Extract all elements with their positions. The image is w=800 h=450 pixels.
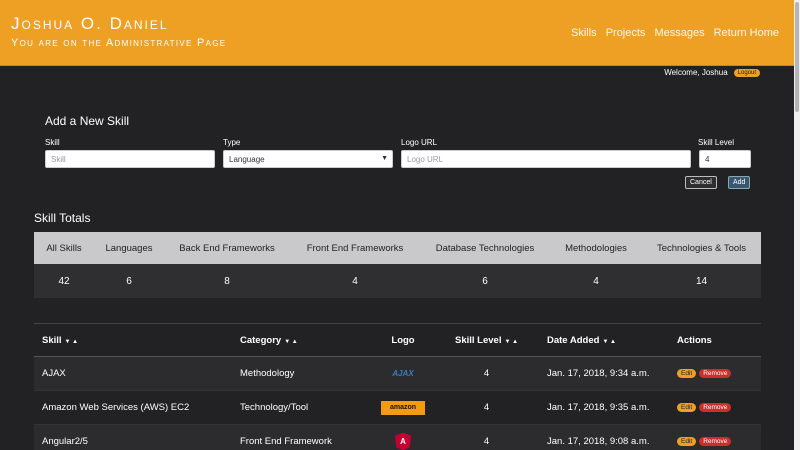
totals-header: Methodologies bbox=[565, 242, 627, 254]
totals-header: Languages bbox=[105, 242, 153, 254]
column-logo: Logo bbox=[391, 334, 415, 346]
totals-header: Back End Frameworks bbox=[179, 242, 275, 254]
column-skill[interactable]: Skill ▼ ▲ bbox=[34, 335, 232, 346]
logo-url-label: Logo URL bbox=[401, 138, 438, 147]
skill-level-label: Skill Level bbox=[698, 138, 735, 147]
sort-icon[interactable]: ▼ ▲ bbox=[504, 339, 518, 345]
skill-level-input[interactable]: 4 bbox=[699, 150, 751, 168]
edit-button[interactable]: Edit bbox=[677, 369, 697, 378]
totals-header: Technologies & Tools bbox=[656, 242, 747, 254]
totals-value: 8 bbox=[224, 275, 230, 287]
totals-value: 6 bbox=[482, 275, 488, 287]
column-category-label: Category bbox=[240, 334, 282, 346]
totals-value-row: 42 6 8 4 6 4 14 bbox=[34, 264, 761, 298]
logo-url-input[interactable]: Logo URL bbox=[401, 150, 691, 168]
chevron-down-icon: ▼ bbox=[381, 155, 388, 162]
row-actions: Edit Remove bbox=[669, 437, 761, 446]
column-date[interactable]: Date Added ▼ ▲ bbox=[539, 335, 669, 346]
row-skill: Angular2/5 bbox=[42, 436, 88, 447]
remove-button[interactable]: Remove bbox=[699, 437, 732, 446]
skills-table: Skill ▼ ▲ Category ▼ ▲ Logo Skill Level ▼ ▲… bbox=[34, 323, 761, 450]
column-actions: Actions bbox=[677, 334, 712, 346]
nav-messages[interactable]: Messages bbox=[654, 27, 704, 39]
column-skill-label: Skill bbox=[42, 334, 62, 346]
row-logo: amazon bbox=[372, 400, 434, 415]
row-date: Jan. 17, 2018, 9:35 a.m. bbox=[547, 402, 650, 413]
skill-label: Skill bbox=[45, 138, 60, 147]
page-scrollbar[interactable] bbox=[794, 0, 800, 450]
totals-value: 42 bbox=[58, 275, 70, 287]
add-skill-title: Add a New Skill bbox=[45, 114, 130, 128]
scrollbar-thumb[interactable] bbox=[795, 2, 799, 112]
skill-totals-title: Skill Totals bbox=[34, 211, 91, 225]
column-category[interactable]: Category ▼ ▲ bbox=[232, 335, 372, 346]
row-actions: Edit Remove bbox=[669, 369, 761, 378]
site-header: Joshua O. Daniel You are on the Administ… bbox=[0, 0, 800, 66]
sort-icon[interactable]: ▼ ▲ bbox=[602, 339, 616, 345]
totals-value: 4 bbox=[352, 275, 358, 287]
row-skill: Amazon Web Services (AWS) EC2 bbox=[42, 402, 190, 413]
row-date: Jan. 17, 2018, 9:34 a.m. bbox=[547, 368, 650, 379]
row-logo: AJAX bbox=[372, 364, 434, 384]
totals-header-row: All Skills Languages Back End Frameworks… bbox=[34, 232, 761, 264]
totals-value: 6 bbox=[126, 275, 132, 287]
row-category: Methodology bbox=[240, 368, 295, 379]
column-level-label: Skill Level bbox=[454, 334, 502, 346]
totals-header: Front End Frameworks bbox=[306, 242, 404, 254]
table-row: Angular2/5 Front End Framework A 4 Jan. … bbox=[34, 425, 761, 450]
site-name: Joshua O. Daniel bbox=[11, 14, 169, 33]
ajax-logo: AJAX bbox=[392, 369, 414, 378]
table-row: AJAX Methodology AJAX 4 Jan. 17, 2018, 9… bbox=[34, 357, 761, 391]
nav-projects[interactable]: Projects bbox=[606, 27, 646, 39]
row-actions: Edit Remove bbox=[669, 403, 761, 412]
remove-button[interactable]: Remove bbox=[699, 403, 732, 412]
add-button[interactable]: Add bbox=[728, 176, 751, 189]
column-level[interactable]: Skill Level ▼ ▲ bbox=[434, 335, 539, 346]
row-level: 4 bbox=[483, 436, 490, 447]
totals-header: Database Technologies bbox=[435, 242, 535, 254]
row-logo: A bbox=[372, 432, 434, 450]
type-label: Type bbox=[223, 138, 241, 147]
sort-icon[interactable]: ▼ ▲ bbox=[284, 339, 298, 345]
table-row: Amazon Web Services (AWS) EC2 Technology… bbox=[34, 391, 761, 425]
sort-icon[interactable]: ▼ ▲ bbox=[65, 339, 79, 345]
edit-button[interactable]: Edit bbox=[677, 403, 697, 412]
type-select-value: Language bbox=[229, 155, 265, 164]
main-nav: Skills Projects Messages Return Home bbox=[571, 27, 779, 39]
type-select[interactable]: Language ▼ bbox=[223, 150, 393, 168]
skill-totals-table: All Skills Languages Back End Frameworks… bbox=[34, 232, 761, 298]
nav-return-home[interactable]: Return Home bbox=[714, 27, 779, 39]
skills-table-header: Skill ▼ ▲ Category ▼ ▲ Logo Skill Level ▼ ▲… bbox=[34, 323, 761, 357]
row-category: Technology/Tool bbox=[240, 402, 309, 413]
remove-button[interactable]: Remove bbox=[699, 369, 732, 378]
amazon-logo: amazon bbox=[381, 400, 425, 415]
logout-button[interactable]: Logout bbox=[733, 68, 760, 77]
row-level: 4 bbox=[483, 402, 490, 413]
column-date-label: Date Added bbox=[547, 334, 600, 346]
row-date: Jan. 17, 2018, 9:08 a.m. bbox=[547, 436, 650, 447]
angular-logo: A bbox=[395, 432, 411, 450]
nav-skills[interactable]: Skills bbox=[571, 27, 597, 39]
totals-value: 4 bbox=[593, 275, 599, 287]
welcome-bar: Welcome, Joshua Logout bbox=[664, 68, 760, 77]
row-skill: AJAX bbox=[42, 368, 66, 379]
totals-value: 14 bbox=[695, 275, 708, 287]
site-subtitle: You are on the Administrative Page bbox=[11, 37, 227, 49]
totals-header: All Skills bbox=[46, 242, 82, 254]
row-level: 4 bbox=[483, 368, 490, 379]
edit-button[interactable]: Edit bbox=[677, 437, 697, 446]
welcome-text: Welcome, Joshua bbox=[664, 68, 728, 77]
row-category: Front End Framework bbox=[240, 436, 332, 447]
cancel-button[interactable]: Cancel bbox=[685, 176, 717, 189]
skill-input[interactable]: Skill bbox=[45, 150, 215, 168]
